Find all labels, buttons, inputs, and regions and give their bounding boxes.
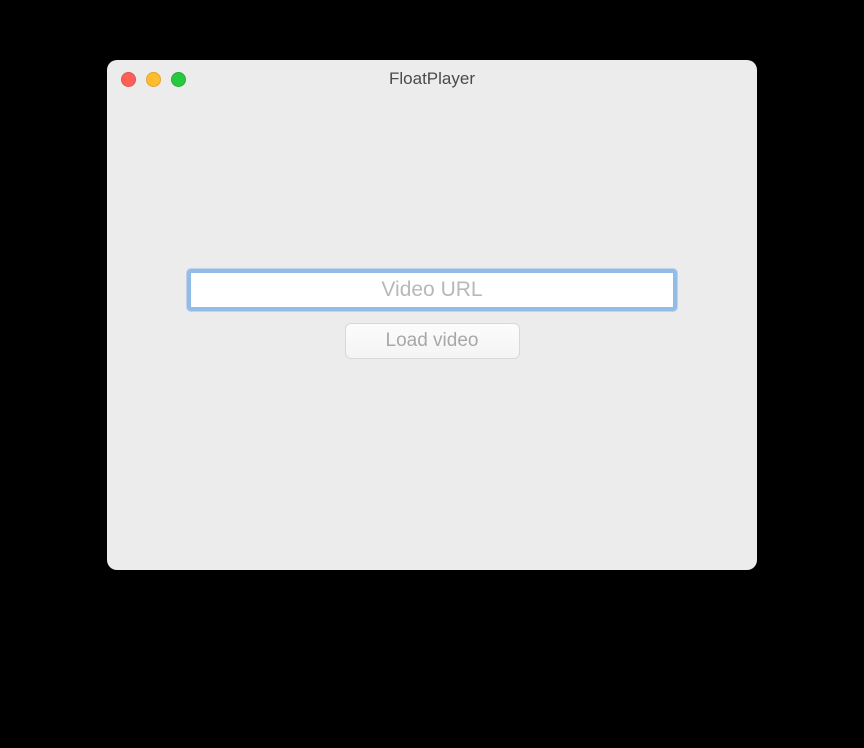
window-title: FloatPlayer [389,69,475,89]
close-icon[interactable] [121,72,136,87]
load-video-button[interactable]: Load video [345,323,520,359]
zoom-icon[interactable] [171,72,186,87]
video-url-input[interactable] [187,269,677,311]
content-area: Load video [107,98,757,570]
app-window: FloatPlayer Load video [107,60,757,570]
traffic-lights [121,72,186,87]
titlebar: FloatPlayer [107,60,757,98]
minimize-icon[interactable] [146,72,161,87]
